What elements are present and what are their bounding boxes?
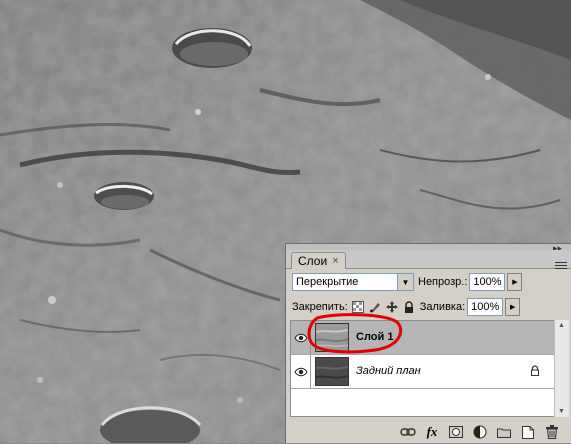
link-layers-icon[interactable] [399,424,417,440]
blend-mode-select[interactable]: Перекрытие ▼ [292,273,414,291]
tab-close-icon[interactable]: × [332,255,338,267]
fill-label: Заливка: [419,301,466,313]
new-group-icon[interactable] [495,424,513,440]
layer-row-background[interactable]: Задний план [291,355,554,389]
lock-all-icon[interactable] [402,300,416,314]
layer-name[interactable]: Слой 1 [356,331,393,343]
layers-panel: ▸▸ Слои × Перекрытие ▼ Непрозр.: 100% ▶ … [285,243,571,443]
blend-row: Перекрытие ▼ Непрозр.: 100% ▶ [292,273,523,291]
lock-icon [530,365,540,379]
opacity-label: Непрозр.: [418,276,468,288]
layer-name[interactable]: Задний план [356,365,421,377]
blend-mode-value: Перекрытие [296,276,359,288]
lock-image-pixels-icon[interactable] [368,300,382,314]
lock-transparent-pixels-icon[interactable] [351,300,365,314]
layer-mask-icon[interactable] [447,424,465,440]
fx-label: fx [426,424,438,439]
fx-icon[interactable]: fx [423,424,441,440]
visibility-eye-icon[interactable] [291,355,311,388]
lock-label: Закрепить: [292,301,348,313]
chevron-down-icon[interactable]: ▼ [397,274,413,290]
panel-menu-icon[interactable] [555,259,567,271]
layer-thumbnail [315,357,349,386]
scroll-up-icon[interactable]: ▲ [558,322,565,329]
new-layer-icon[interactable] [519,424,537,440]
layers-scrollbar[interactable]: ▲ ▼ [554,320,569,417]
layer-thumbnail [315,323,349,352]
layers-list: Слой 1 Задний план [290,320,555,417]
panel-tabstrip: Слои × [286,250,571,269]
tab-layers-label: Слои [298,254,328,268]
adjustment-layer-icon[interactable] [471,424,489,440]
fill-input[interactable]: 100% [467,298,504,316]
opacity-input[interactable]: 100% [469,273,506,291]
lock-position-icon[interactable] [385,300,399,314]
scroll-down-icon[interactable]: ▼ [558,408,565,415]
layers-bottom-toolbar: fx [286,420,571,444]
fill-slider-arrow-icon[interactable]: ▶ [505,298,521,316]
visibility-eye-icon[interactable] [291,321,311,354]
delete-layer-icon[interactable] [543,424,561,440]
opacity-slider-arrow-icon[interactable]: ▶ [507,273,523,291]
tab-layers[interactable]: Слои × [291,252,346,269]
lock-row: Закрепить: Заливка: 100% ▶ [292,298,521,316]
layer-row-layer-1[interactable]: Слой 1 [291,321,554,355]
